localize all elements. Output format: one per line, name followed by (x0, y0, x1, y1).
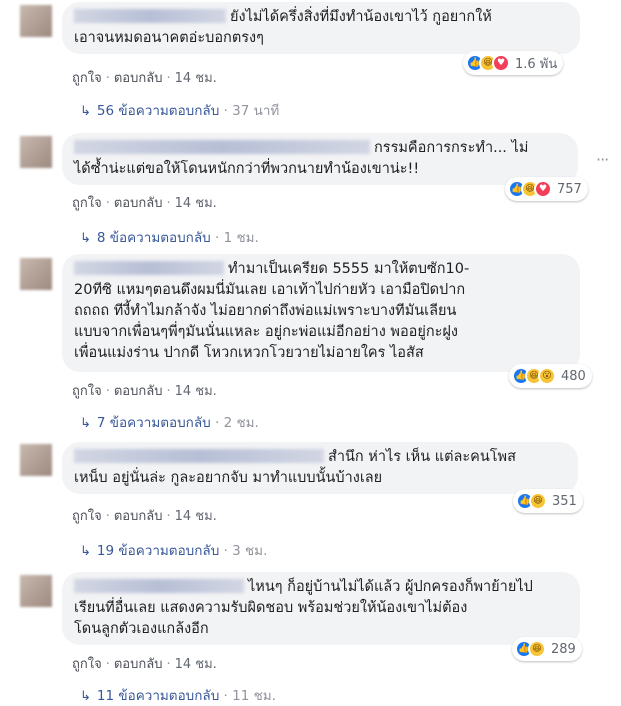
comment-time[interactable]: 14 ชม. (175, 509, 217, 524)
replies-time: 37 นาที (232, 103, 280, 119)
reply-link[interactable]: ตอบกลับ (114, 196, 163, 211)
comment-actions: ถูกใจ · ตอบกลับ · 14 ชม. (72, 71, 217, 86)
reply-link[interactable]: ตอบกลับ (114, 509, 163, 524)
reply-arrow-icon: ↳ (80, 231, 91, 246)
author-name-redacted[interactable] (74, 579, 244, 593)
love-reaction-icon: ♥ (534, 180, 552, 198)
view-replies-link[interactable]: ↳ 11 ข้อความตอบกลับ · 11 ชม. (80, 684, 276, 706)
comment-actions: ถูกใจ · ตอบกลับ · 14 ชม. (72, 509, 217, 524)
comment-time[interactable]: 14 ชม. (175, 196, 217, 211)
avatar[interactable] (20, 258, 52, 290)
reactions-summary[interactable]: 👍 😆 289 (512, 637, 582, 661)
like-link[interactable]: ถูกใจ (72, 657, 102, 672)
like-link[interactable]: ถูกใจ (72, 384, 102, 399)
replies-count: 7 ข้อความตอบกลับ (96, 415, 211, 431)
avatar[interactable] (20, 575, 52, 607)
comment-actions: ถูกใจ · ตอบกลับ · 14 ชม. (72, 657, 217, 672)
reply-arrow-icon: ↳ (80, 544, 91, 559)
like-link[interactable]: ถูกใจ (72, 509, 102, 524)
replies-time: 1 ชม. (223, 230, 259, 246)
more-options-icon[interactable]: ··· (596, 150, 609, 169)
reactions-summary[interactable]: 👍 😆 😮 480 (509, 364, 592, 388)
haha-reaction-icon: 😆 (529, 492, 547, 510)
like-link[interactable]: ถูกใจ (72, 196, 102, 211)
love-reaction-icon: ♥ (492, 54, 510, 72)
reactions-summary[interactable]: 👍 😆 ♥ 757 (505, 177, 588, 201)
reply-link[interactable]: ตอบกลับ (114, 71, 163, 86)
author-name-redacted[interactable] (74, 261, 224, 275)
avatar[interactable] (20, 5, 52, 37)
reaction-count: 351 (552, 493, 577, 509)
avatar[interactable] (20, 444, 52, 476)
view-replies-link[interactable]: ↳ 8 ข้อความตอบกลับ · 1 ชม. (80, 226, 259, 248)
replies-count: 56 ข้อความตอบกลับ (96, 103, 220, 119)
reply-link[interactable]: ตอบกลับ (114, 384, 163, 399)
comment-bubble: ยังไม่ได้ครึ่งสิ่งที่มึงทำน้องเขาไว้ กูอ… (62, 2, 580, 54)
comment-bubble: ทำมาเป็นเครียด 5555 มาให้ตบซัก10- 20ทีซิ… (62, 254, 580, 372)
avatar[interactable] (20, 136, 52, 168)
author-name-redacted[interactable] (74, 9, 226, 23)
reaction-count: 289 (551, 641, 576, 657)
reply-link[interactable]: ตอบกลับ (114, 657, 163, 672)
comment-bubble: ไหนๆ ก็อยู่บ้านไม่ได้แล้ว ผู้ปกครองก็พาย… (62, 572, 580, 645)
comment-time[interactable]: 14 ชม. (175, 384, 217, 399)
view-replies-link[interactable]: ↳ 56 ข้อความตอบกลับ · 37 นาที (80, 99, 279, 121)
comment-text: ทำมาเป็นเครียด 5555 มาให้ตบซัก10- 20ทีซิ… (74, 261, 470, 361)
view-replies-link[interactable]: ↳ 19 ข้อความตอบกลับ · 3 ชม. (80, 539, 267, 561)
replies-time: 2 ชม. (223, 415, 259, 431)
wow-reaction-icon: 😮 (538, 367, 556, 385)
comment-actions: ถูกใจ · ตอบกลับ · 14 ชม. (72, 384, 217, 399)
haha-reaction-icon: 😆 (528, 640, 546, 658)
author-name-redacted[interactable] (74, 140, 370, 154)
replies-count: 8 ข้อความตอบกลับ (96, 230, 211, 246)
view-replies-link[interactable]: ↳ 7 ข้อความตอบกลับ · 2 ชม. (80, 411, 259, 433)
comment-time[interactable]: 14 ชม. (175, 657, 217, 672)
replies-time: 3 ชม. (232, 543, 268, 559)
reactions-summary[interactable]: 👍 😆 ♥ 1.6 พัน (463, 51, 564, 75)
replies-count: 19 ข้อความตอบกลับ (96, 543, 220, 559)
comment-actions: ถูกใจ · ตอบกลับ · 14 ชม. (72, 196, 217, 211)
reply-arrow-icon: ↳ (80, 104, 91, 119)
like-link[interactable]: ถูกใจ (72, 71, 102, 86)
comment-time[interactable]: 14 ชม. (175, 71, 217, 86)
comment-bubble: สำนึก ห่าไร เห็น แต่ละคนโพส เหน็บ อยู่นั… (62, 442, 578, 494)
reply-arrow-icon: ↳ (80, 416, 91, 431)
author-name-redacted[interactable] (74, 449, 324, 463)
comment-bubble: กรรมคือการกระทำ... ไม่ ได้ซ้ำน่ะแต่ขอให้… (62, 133, 578, 185)
reactions-summary[interactable]: 👍 😆 351 (513, 489, 583, 513)
reaction-count: 1.6 พัน (515, 56, 558, 72)
reaction-count: 757 (557, 181, 582, 197)
reaction-count: 480 (561, 368, 586, 384)
